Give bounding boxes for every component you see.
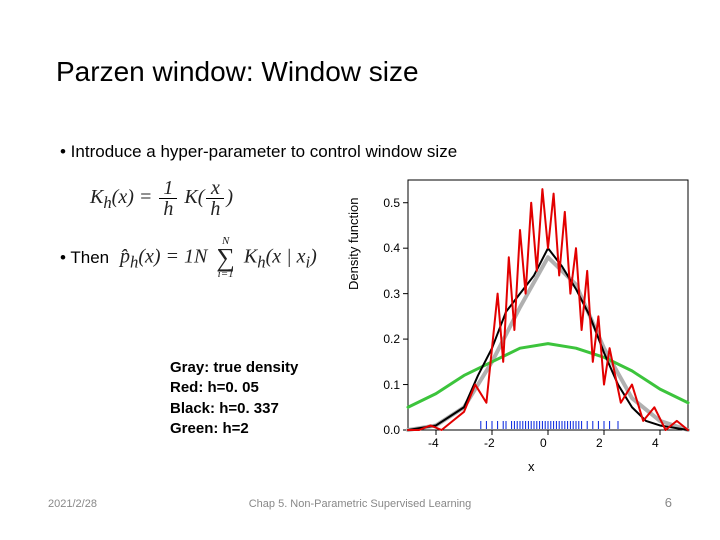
legend-black: Black: h=0. 337 <box>170 399 298 419</box>
chart-svg <box>358 170 698 470</box>
x-tick-label: -4 <box>428 436 439 450</box>
eq-Kh-arg: (x) = <box>112 186 153 208</box>
x-tick-label: -2 <box>484 436 495 450</box>
slide: Parzen window: Window size • Introduce a… <box>0 0 720 540</box>
y-tick-label: 0.1 <box>383 378 400 392</box>
y-tick-label: 0.4 <box>383 241 400 255</box>
density-chart: Density function x 0.00.10.20.30.40.5-4-… <box>358 170 698 470</box>
legend-gray: Gray: true density <box>170 358 298 378</box>
y-tick-label: 0.3 <box>383 287 400 301</box>
eq-K2: K <box>184 186 197 208</box>
page-title: Parzen window: Window size <box>56 56 419 88</box>
footer-page: 6 <box>665 495 672 510</box>
x-tick-label: 0 <box>540 436 547 450</box>
legend-red: Red: h=0. 05 <box>170 378 298 398</box>
footer-title: Chap 5. Non-Parametric Supervised Learni… <box>0 498 720 510</box>
eq-phat: p̂ <box>120 246 130 268</box>
x-axis-label: x <box>528 459 535 474</box>
eq-frac-xh: xh <box>206 178 224 219</box>
bullet-then: • Then <box>60 248 109 268</box>
legend-green: Green: h=2 <box>170 419 298 439</box>
bullet-hyperparameter: • Introduce a hyper-parameter to control… <box>60 142 457 162</box>
eq-frac-1N: 1N <box>184 246 207 268</box>
eq-sum: N∑i=1 <box>216 236 235 280</box>
y-axis-label: Density function <box>346 198 361 291</box>
y-tick-label: 0.2 <box>383 332 400 346</box>
equation-kernel-scaled: Kh(x) = 1h K(xh) <box>90 178 233 219</box>
chart-legend-text: Gray: true density Red: h=0. 05 Black: h… <box>170 358 298 439</box>
x-tick-label: 2 <box>596 436 603 450</box>
eq-frac-1h: 1h <box>159 178 177 219</box>
equation-density-estimate: p̂h(x) = 1N N∑i=1 Kh(x | xi) <box>120 236 317 280</box>
y-tick-label: 0.0 <box>383 423 400 437</box>
eq-Kh-sub: h <box>103 193 111 212</box>
eq-Kh-K: K <box>90 186 103 208</box>
y-tick-label: 0.5 <box>383 196 400 210</box>
x-tick-label: 4 <box>652 436 659 450</box>
